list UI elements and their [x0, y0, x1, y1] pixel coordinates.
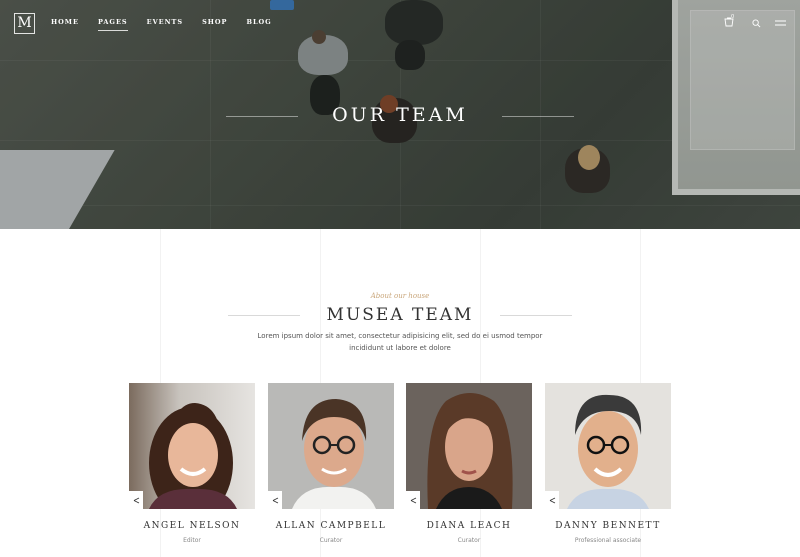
- main-nav: HOME PAGES EVENTS SHOP BLOG: [51, 18, 291, 31]
- share-icon: [133, 497, 139, 503]
- title-divider-right: [500, 315, 572, 316]
- cart-button[interactable]: 0: [724, 14, 738, 29]
- search-button[interactable]: [750, 17, 762, 29]
- member-photo[interactable]: [129, 383, 255, 509]
- search-icon: [751, 18, 760, 27]
- member-photo[interactable]: [268, 383, 394, 509]
- member-photo[interactable]: [545, 383, 671, 509]
- member-portrait: [427, 393, 513, 509]
- member-name[interactable]: DIANA LEACH: [406, 521, 532, 531]
- team-member-card[interactable]: ANGEL NELSON Editor: [129, 383, 255, 544]
- member-role: Editor: [183, 537, 201, 544]
- share-button[interactable]: [129, 491, 143, 509]
- site-logo[interactable]: M: [14, 13, 35, 34]
- cart-count: 0: [731, 14, 735, 20]
- nav-item-pages[interactable]: PAGES: [97, 18, 128, 31]
- member-name[interactable]: ANGEL NELSON: [129, 521, 255, 531]
- member-portrait: [149, 403, 237, 509]
- member-name[interactable]: ALLAN CAMPBELL: [268, 521, 394, 531]
- member-role: Curator: [457, 537, 481, 544]
- share-icon: [549, 497, 555, 503]
- member-role: Curator: [319, 537, 343, 544]
- share-icon: [410, 497, 416, 503]
- nav-item-events[interactable]: EVENTS: [147, 18, 183, 29]
- member-photo[interactable]: [406, 383, 532, 509]
- menu-icon: [774, 20, 786, 26]
- team-member-card[interactable]: DANNY BENNETT Professional associate: [545, 383, 671, 544]
- share-button[interactable]: [406, 491, 420, 509]
- nav-item-home[interactable]: HOME: [51, 18, 79, 29]
- hero-divider-right: [502, 116, 574, 117]
- header-actions: 0: [724, 14, 786, 29]
- page-title: OUR TEAM: [332, 104, 468, 126]
- member-name[interactable]: DANNY BENNETT: [545, 521, 671, 531]
- team-member-card[interactable]: DIANA LEACH Curator: [406, 383, 532, 544]
- nav-item-blog[interactable]: BLOG: [246, 18, 271, 29]
- section-title: MUSEA TEAM: [326, 305, 474, 325]
- team-member-card[interactable]: ALLAN CAMPBELL Curator: [268, 383, 394, 544]
- member-portrait: [567, 394, 649, 509]
- share-button[interactable]: [545, 491, 559, 509]
- share-icon: [272, 497, 278, 503]
- section-subtitle: About our house: [370, 292, 430, 300]
- share-button[interactable]: [268, 491, 282, 509]
- menu-button[interactable]: [774, 17, 786, 29]
- nav-item-shop[interactable]: SHOP: [202, 18, 227, 29]
- hero-banner: M HOME PAGES EVENTS SHOP BLOG 0 OUR TEAM: [0, 0, 800, 229]
- member-portrait: [292, 399, 376, 509]
- member-role: Professional associate: [574, 537, 642, 544]
- section-description: Lorem ipsum dolor sit amet, consectetur …: [257, 332, 543, 352]
